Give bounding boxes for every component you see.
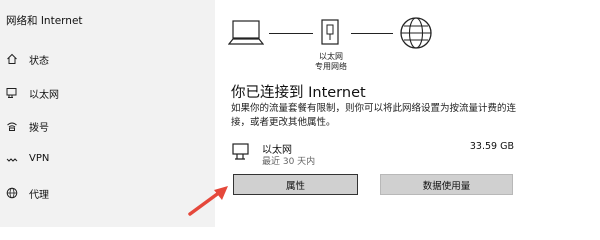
sidebar-item-label: 代理 bbox=[29, 190, 49, 201]
router-icon bbox=[318, 16, 342, 48]
sidebar-title: 网络和 Internet bbox=[6, 15, 83, 27]
sidebar-item-status[interactable]: 状态 bbox=[0, 46, 215, 72]
network-diagram: 以太网 专用网络 bbox=[227, 14, 448, 76]
data-usage-button[interactable]: 数据使用量 bbox=[380, 174, 513, 195]
dialup-icon bbox=[5, 119, 19, 133]
data-usage-value: 33.59 GB bbox=[469, 141, 514, 152]
ethernet-icon bbox=[231, 142, 253, 162]
connection-line bbox=[269, 33, 313, 34]
page-title: 你已连接到 Internet bbox=[231, 85, 366, 101]
red-arrow-icon bbox=[180, 178, 240, 218]
sidebar-item-label: 状态 bbox=[29, 56, 49, 67]
ethernet-icon bbox=[5, 86, 19, 100]
sidebar-item-vpn[interactable]: VPN bbox=[0, 147, 215, 173]
router-label-line-1: 以太网 bbox=[319, 52, 343, 61]
connection-line bbox=[351, 33, 393, 34]
vpn-icon bbox=[5, 153, 19, 167]
globe-icon bbox=[398, 15, 434, 51]
sidebar-item-label: 以太网 bbox=[29, 90, 59, 101]
connection-subtitle: 最近 30 天内 bbox=[262, 157, 316, 167]
laptop-icon bbox=[227, 18, 265, 48]
globe-icon bbox=[5, 186, 19, 200]
router-label-line-2: 专用网络 bbox=[315, 62, 347, 71]
sidebar-item-dialup[interactable]: 拨号 bbox=[0, 113, 215, 139]
sidebar-item-ethernet[interactable]: 以太网 bbox=[0, 80, 215, 106]
sidebar-item-label: 拨号 bbox=[29, 123, 49, 134]
sidebar-item-label: VPN bbox=[29, 153, 50, 164]
properties-button[interactable]: 属性 bbox=[233, 174, 358, 195]
description-text: 如果你的流量套餐有限制，则你可以将此网络设置为按流量计费的连接，或者更改其他属性… bbox=[231, 103, 517, 128]
router-label: 以太网 专用网络 bbox=[304, 52, 358, 72]
home-icon bbox=[5, 52, 19, 66]
